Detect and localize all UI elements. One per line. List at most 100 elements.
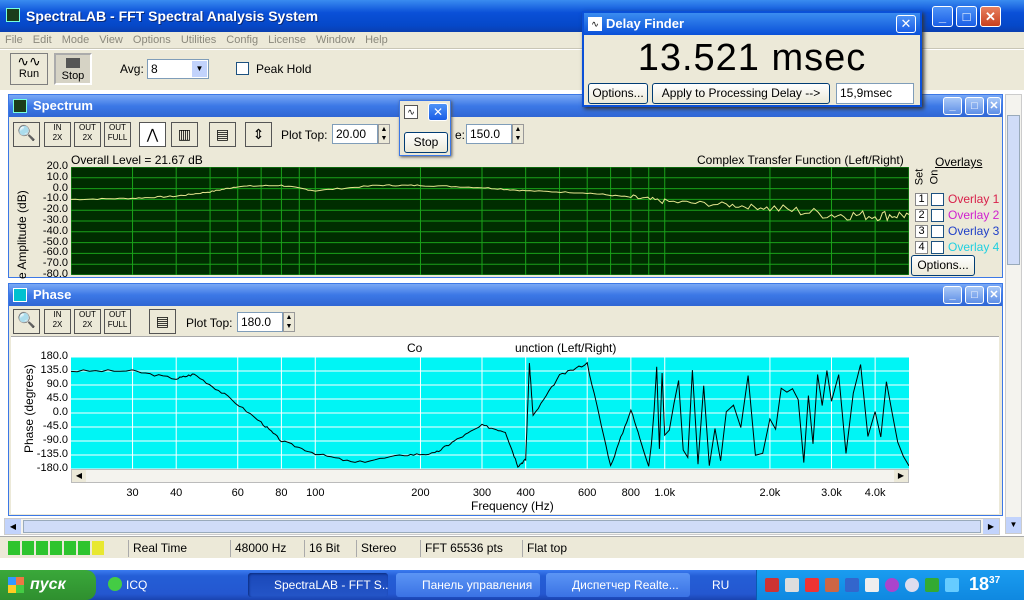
minimize-button[interactable]: _: [932, 6, 953, 27]
menu-item-file[interactable]: File: [0, 32, 28, 46]
close-button[interactable]: ✕: [980, 6, 1001, 27]
menu-item-utilities[interactable]: Utilities: [176, 32, 221, 46]
overlay-set-4[interactable]: 4: [915, 241, 928, 254]
menu-item-mode[interactable]: Mode: [57, 32, 95, 46]
update-icon[interactable]: [905, 578, 919, 592]
range-input[interactable]: 150.0: [466, 124, 512, 144]
taskbar-item-2[interactable]: Панель управления: [396, 573, 540, 597]
overlay-set-1[interactable]: 1: [915, 193, 928, 206]
main-vertical-scrollbar[interactable]: ▼: [1005, 94, 1022, 534]
plot-top-input[interactable]: 20.00: [332, 124, 378, 144]
phase-plot-top-spinner[interactable]: ▲ ▼: [283, 312, 295, 332]
menu-item-view[interactable]: View: [94, 32, 128, 46]
scale-icon[interactable]: ⇕: [245, 122, 272, 147]
scroll-left-arrow-icon[interactable]: ◀: [72, 470, 86, 482]
taskbar-item-1[interactable]: SpectraLAB - FFT S...: [248, 573, 388, 597]
spectrum-maximize-button[interactable]: □: [965, 97, 984, 115]
main-horizontal-scrollbar[interactable]: ◀ ▶: [4, 518, 1000, 535]
overlay-set-2[interactable]: 2: [915, 209, 928, 222]
taskbar: пуск ICQ SpectraLAB - FFT S... Панель упр…: [0, 570, 1024, 600]
phase-maximize-button[interactable]: □: [965, 286, 984, 304]
main-scroll-thumb[interactable]: [23, 520, 981, 533]
security-icon[interactable]: [845, 578, 859, 592]
zoom-icon[interactable]: 🔍: [13, 122, 40, 147]
phase-zoom-in-2x-icon[interactable]: IN 2X: [44, 309, 71, 334]
antivirus-icon[interactable]: [805, 578, 819, 592]
menu-item-options[interactable]: Options: [128, 32, 176, 46]
phase-plot[interactable]: [71, 357, 909, 469]
main-scroll-left-icon[interactable]: ◀: [5, 519, 21, 534]
audio-manager-icon[interactable]: [825, 578, 839, 592]
phase-icon: [13, 288, 27, 302]
phase-zoom-out-2x-icon[interactable]: OUT 2X: [74, 309, 101, 334]
menu-item-window[interactable]: Window: [311, 32, 360, 46]
menu-item-license[interactable]: License: [263, 32, 311, 46]
spectrum-minimize-button[interactable]: _: [943, 97, 962, 115]
zoom-out-full-icon[interactable]: OUT FULL: [104, 122, 131, 147]
delay-finder-close-button[interactable]: ✕: [896, 15, 916, 33]
waveform-icon: ∿∿: [17, 53, 41, 69]
phase-titlebar[interactable]: Phase _ □ ✕: [9, 284, 1002, 306]
floating-close-button[interactable]: ✕: [428, 103, 448, 121]
phase-settings-panel-icon[interactable]: ▤: [149, 309, 176, 334]
menu-item-config[interactable]: Config: [221, 32, 263, 46]
delay-value-input[interactable]: 15,9msec: [836, 83, 914, 104]
volume-icon[interactable]: [765, 578, 779, 592]
phase-x-label: Frequency (Hz): [471, 499, 554, 513]
delay-options-button[interactable]: Options...: [588, 83, 648, 104]
range-spinner[interactable]: ▲ ▼: [512, 124, 524, 144]
display-icon[interactable]: [865, 578, 879, 592]
phase-zoom-out-full-icon[interactable]: OUT FULL: [104, 309, 131, 334]
run-button[interactable]: ∿∿ Run: [10, 53, 48, 85]
settings-panel-icon[interactable]: ▤: [209, 122, 236, 147]
vscroll-thumb[interactable]: [1007, 115, 1020, 265]
overlay-on-checkbox-4[interactable]: [931, 241, 944, 254]
level-meter: [8, 541, 128, 555]
zoom-out-2x-icon[interactable]: OUT 2X: [74, 122, 101, 147]
menu-item-edit[interactable]: Edit: [28, 32, 57, 46]
phase-plot-top-input[interactable]: 180.0: [237, 312, 283, 332]
line-graph-icon[interactable]: ⋀: [139, 122, 166, 147]
scroll-right-arrow-icon[interactable]: ▶: [894, 470, 908, 482]
spectrum-close-button[interactable]: ✕: [987, 97, 1001, 115]
delay-finder-title: Delay Finder: [606, 16, 685, 31]
zoom-in-2x-icon[interactable]: IN 2X: [44, 122, 71, 147]
apply-delay-button[interactable]: Apply to Processing Delay -->: [652, 83, 830, 104]
network-icon[interactable]: [785, 578, 799, 592]
usb-icon[interactable]: [945, 578, 959, 592]
overlay-on-checkbox-3[interactable]: [931, 225, 944, 238]
phase-zoom-icon[interactable]: 🔍: [13, 309, 40, 334]
chevron-down-icon[interactable]: ▼: [192, 61, 207, 77]
bar-graph-icon[interactable]: ▥: [171, 122, 198, 147]
main-scroll-right-icon[interactable]: ▶: [983, 519, 999, 534]
status-fft: FFT 65536 pts: [420, 540, 522, 557]
maximize-button[interactable]: □: [956, 6, 977, 27]
media-icon[interactable]: [885, 578, 899, 592]
avg-select[interactable]: 8 ▼: [147, 59, 209, 79]
overlay-set-3[interactable]: 3: [915, 225, 928, 238]
overlay-on-checkbox-2[interactable]: [931, 209, 944, 222]
stop-button[interactable]: Stop: [54, 53, 92, 85]
start-button[interactable]: пуск: [0, 570, 96, 600]
phase-close-button[interactable]: ✕: [987, 286, 1001, 304]
status-window: Flat top: [522, 540, 600, 557]
phase-scrollbar[interactable]: ◀ ▶: [71, 469, 909, 483]
language-indicator[interactable]: RU: [712, 578, 729, 592]
spectrum-options-button[interactable]: Options...: [911, 255, 975, 276]
taskbar-item-3[interactable]: Диспетчер Realte...: [546, 573, 690, 597]
spectrum-plot[interactable]: [71, 167, 909, 275]
app-icon: [6, 8, 20, 22]
phase-x-tick: 200: [411, 487, 430, 499]
delay-finder-titlebar[interactable]: ∿ Delay Finder ✕: [584, 13, 920, 35]
icq-icon[interactable]: [108, 577, 122, 591]
peak-hold-checkbox[interactable]: [236, 62, 249, 75]
overlay-on-checkbox-1[interactable]: [931, 193, 944, 206]
phase-x-tick: 4.0k: [864, 487, 886, 499]
floating-stop-button[interactable]: Stop: [404, 132, 448, 153]
phase-y-tick: -180.0: [36, 462, 68, 474]
shield-icon[interactable]: [925, 578, 939, 592]
vscroll-down-icon[interactable]: ▼: [1006, 517, 1021, 533]
plot-top-spinner[interactable]: ▲ ▼: [378, 124, 390, 144]
phase-minimize-button[interactable]: _: [943, 286, 962, 304]
menu-item-help[interactable]: Help: [360, 32, 393, 46]
